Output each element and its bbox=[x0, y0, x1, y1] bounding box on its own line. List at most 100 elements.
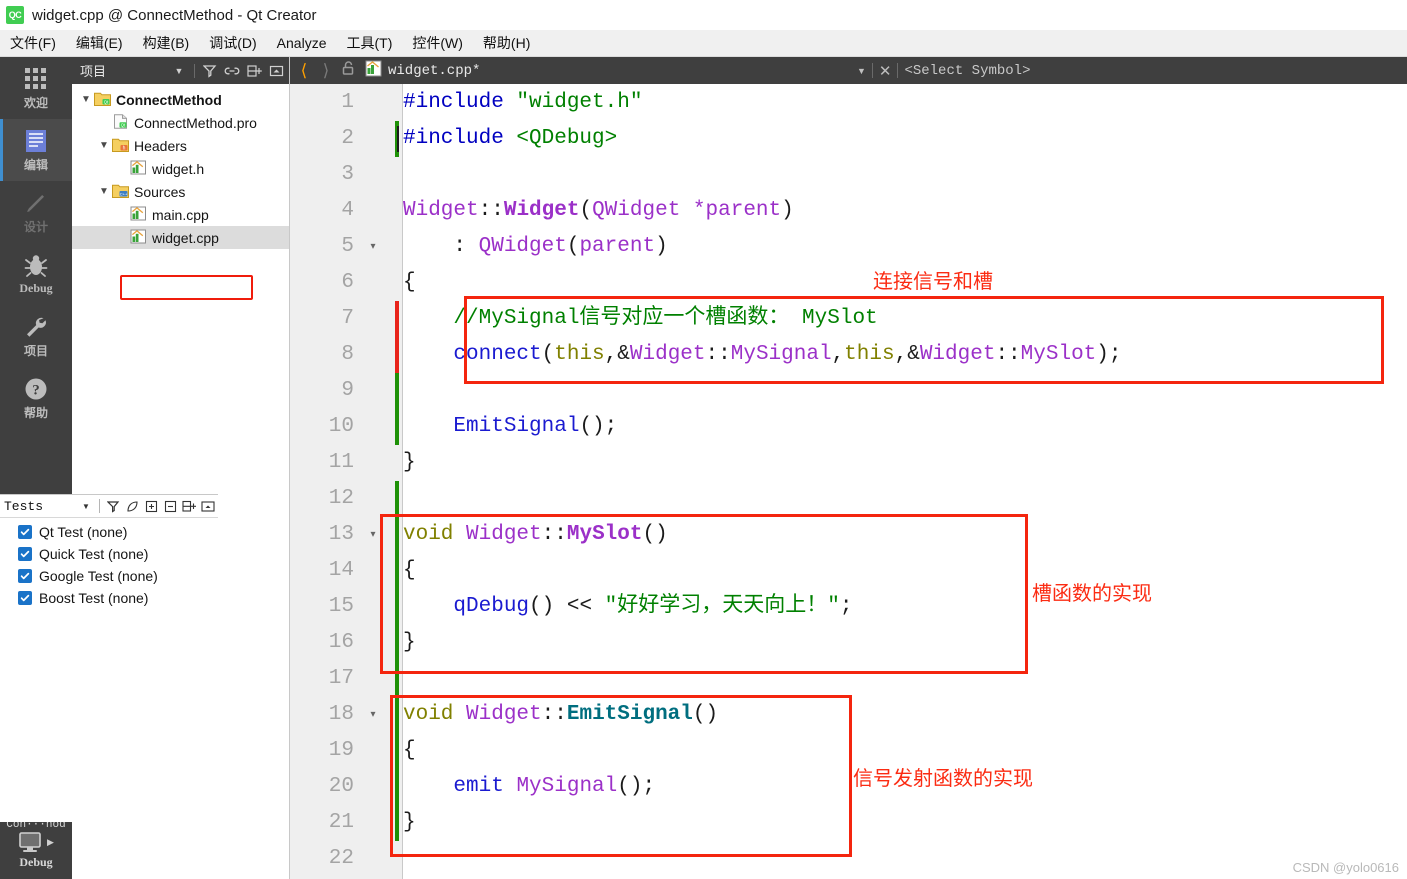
annotation-text-0: 连接信号和槽 bbox=[873, 271, 993, 293]
chevron-right-icon[interactable]: ⟩ bbox=[318, 61, 334, 81]
line-number: 14 bbox=[328, 559, 354, 582]
code-token: Widget bbox=[466, 523, 542, 546]
code-token: MySlot bbox=[1020, 343, 1097, 366]
split-icon[interactable] bbox=[181, 498, 197, 514]
collapse-icon[interactable] bbox=[267, 62, 285, 80]
chevron-down-icon[interactable]: ▼ bbox=[96, 140, 112, 151]
unlocked-icon[interactable] bbox=[342, 60, 357, 81]
link-icon[interactable] bbox=[223, 62, 241, 80]
code-token: "widget.h" bbox=[516, 91, 643, 114]
tests-list-item-0[interactable]: Qt Test (none) bbox=[18, 521, 218, 543]
fold-marker[interactable]: ▾ bbox=[366, 697, 380, 733]
menu-item-5[interactable]: 工具(T) bbox=[336, 30, 402, 56]
fold-marker[interactable]: ▾ bbox=[366, 229, 380, 265]
mode-button-3[interactable]: Debug bbox=[0, 243, 72, 305]
line-number: 3 bbox=[341, 163, 354, 186]
code-editor[interactable]: 1 2 3 4 5 ▾ 6 7 8 9 10 11 12 13 ▾ 14 15 16 17 18 ▾ 19 20 21 22 #… bbox=[290, 84, 1407, 879]
code-line[interactable]: : QWidget(parent) bbox=[403, 229, 667, 265]
menu-item-0[interactable]: 文件(F) bbox=[0, 30, 66, 56]
code-line[interactable]: { bbox=[403, 733, 416, 769]
code-line[interactable]: { bbox=[403, 265, 416, 301]
chevron-down-icon[interactable]: ▼ bbox=[78, 498, 94, 514]
fold-marker[interactable]: ▾ bbox=[366, 517, 380, 553]
mode-button-1[interactable]: 编辑 bbox=[0, 119, 72, 181]
code-line[interactable]: EmitSignal(); bbox=[403, 409, 617, 445]
menu-item-2[interactable]: 构建(B) bbox=[133, 30, 200, 56]
tests-list-item-2[interactable]: Google Test (none) bbox=[18, 565, 218, 587]
tree-item-2[interactable]: ▼ h Headers bbox=[72, 134, 289, 157]
chevron-down-icon[interactable]: ▼ bbox=[96, 186, 112, 197]
close-icon[interactable]: ✕ bbox=[879, 62, 892, 80]
tree-item-6[interactable]: widget.cpp bbox=[72, 226, 289, 249]
tree-item-1[interactable]: Qt ConnectMethod.pro bbox=[72, 111, 289, 134]
chevron-left-icon[interactable]: ⟨ bbox=[296, 61, 312, 81]
code-token: } bbox=[403, 451, 416, 474]
qt-project-icon: Qt bbox=[94, 91, 116, 109]
menu-item-6[interactable]: 控件(W) bbox=[402, 30, 473, 56]
code-line[interactable]: #include "widget.h" bbox=[403, 85, 642, 121]
editor-gutter[interactable]: 1 2 3 4 5 ▾ 6 7 8 9 10 11 12 13 ▾ 14 15 16 17 18 ▾ 19 20 21 22 bbox=[290, 84, 403, 879]
code-line[interactable]: { bbox=[403, 553, 416, 589]
chevron-down-icon[interactable]: ▼ bbox=[170, 62, 188, 80]
menu-item-7[interactable]: 帮助(H) bbox=[473, 30, 540, 56]
code-line[interactable]: Widget::Widget(QWidget *parent) bbox=[403, 193, 794, 229]
annotation-text-2: 信号发射函数的实现 bbox=[853, 768, 1033, 790]
code-line[interactable]: #include <QDebug> bbox=[403, 121, 617, 157]
code-line[interactable]: emit MySignal(); bbox=[403, 769, 655, 805]
mode-button-4[interactable]: 项目 bbox=[0, 305, 72, 367]
chevron-down-icon[interactable]: ▼ bbox=[78, 94, 94, 105]
checkbox-checked[interactable] bbox=[18, 591, 32, 605]
code-text[interactable]: #include "widget.h" #include <QDebug> Widg… bbox=[397, 84, 1407, 879]
code-line[interactable]: } bbox=[403, 445, 416, 481]
tests-list[interactable]: Qt Test (none) Quick Test (none) Google Te… bbox=[0, 518, 218, 609]
code-line[interactable]: //MySignal信号对应一个槽函数： MySlot bbox=[403, 301, 877, 337]
chevron-down-icon[interactable]: ▼ bbox=[857, 66, 866, 76]
menu-item-1[interactable]: 编辑(E) bbox=[66, 30, 133, 56]
tests-list-item-1[interactable]: Quick Test (none) bbox=[18, 543, 218, 565]
line-number: 7 bbox=[341, 307, 354, 330]
checkbox-checked[interactable] bbox=[18, 569, 32, 583]
leaf-icon[interactable] bbox=[124, 498, 140, 514]
split-icon[interactable] bbox=[245, 62, 263, 80]
options-icon[interactable] bbox=[200, 498, 216, 514]
change-marker-red bbox=[395, 337, 399, 373]
tests-list-item-label: Google Test (none) bbox=[39, 568, 158, 584]
line-number: 4 bbox=[341, 199, 354, 222]
title-bar: QC widget.cpp @ ConnectMethod - Qt Creat… bbox=[0, 0, 1407, 30]
symbol-selector[interactable]: <Select Symbol> bbox=[904, 63, 1030, 79]
menu-item-3[interactable]: 调试(D) bbox=[199, 30, 266, 56]
code-line[interactable]: } bbox=[403, 805, 416, 841]
line-number: 1 bbox=[341, 91, 354, 114]
tree-item-4[interactable]: ▼ C++ Sources bbox=[72, 180, 289, 203]
tests-list-item-3[interactable]: Boost Test (none) bbox=[18, 587, 218, 609]
menu-item-4[interactable]: Analyze bbox=[267, 32, 337, 54]
svg-text:h: h bbox=[123, 145, 126, 151]
checkbox-checked[interactable] bbox=[18, 525, 32, 539]
collapse-all-icon[interactable] bbox=[162, 498, 178, 514]
code-line[interactable]: void Widget::EmitSignal() bbox=[403, 697, 718, 733]
code-line[interactable]: connect(this,&Widget::MySignal,this,&Wid… bbox=[403, 337, 1121, 373]
code-line[interactable]: void Widget::MySlot() bbox=[403, 517, 668, 553]
expand-all-icon[interactable] bbox=[143, 498, 159, 514]
filter-icon[interactable] bbox=[105, 498, 121, 514]
code-line[interactable]: qDebug() << "好好学习，天天向上！"; bbox=[403, 589, 852, 625]
change-marker-green bbox=[395, 805, 399, 841]
bug-icon bbox=[23, 253, 49, 279]
code-line[interactable]: } bbox=[403, 625, 416, 661]
tree-item-0[interactable]: ▼ Qt ConnectMethod bbox=[72, 88, 289, 111]
checkbox-checked[interactable] bbox=[18, 547, 32, 561]
mode-button-5[interactable]: ? 帮助 bbox=[0, 367, 72, 429]
editor-tab-label[interactable]: widget.cpp* bbox=[388, 63, 480, 79]
code-token: *parent bbox=[692, 199, 782, 222]
code-token: ) bbox=[781, 199, 794, 222]
filter-icon[interactable] bbox=[201, 62, 219, 80]
code-token: (); bbox=[579, 415, 618, 438]
mode-button-2[interactable]: 设计 bbox=[0, 181, 72, 243]
line-number: 20 bbox=[328, 775, 354, 798]
mode-button-0[interactable]: 欢迎 bbox=[0, 57, 72, 119]
project-tree[interactable]: ▼ Qt ConnectMethod Qt ConnectMethod.pro ▼ h Hea… bbox=[72, 84, 289, 249]
tree-item-3[interactable]: widget.h bbox=[72, 157, 289, 180]
code-token: parent bbox=[579, 235, 656, 258]
tree-item-5[interactable]: main.cpp bbox=[72, 203, 289, 226]
divider bbox=[99, 499, 100, 513]
